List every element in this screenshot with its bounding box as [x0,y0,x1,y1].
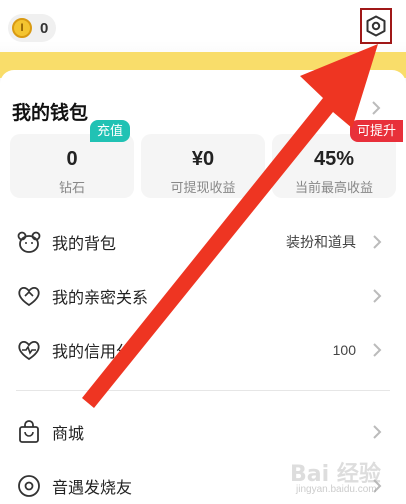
vinyl-disc-icon [18,475,40,497]
menu-item-value: 100 [332,342,356,358]
menu-item-value: 装扮和道具 [286,234,356,250]
heart-pulse-icon [18,340,40,361]
wallet-title[interactable]: 我的钱包 [12,98,88,125]
chevron-right-icon[interactable] [370,100,382,116]
section-divider [16,390,390,391]
shopping-bag-icon [19,420,39,443]
coin-balance[interactable]: I 0 [8,14,56,42]
max-rate-value: 45% [313,148,355,170]
chevron-right-icon [373,235,382,249]
chevron-right-icon [373,289,382,303]
chevron-right-icon [373,343,382,357]
coin-count: 0 [40,19,49,37]
diamond-value: 0 [66,148,78,170]
menu-item-shop[interactable]: 商城 [0,412,406,452]
menu-item-intimacy[interactable]: 我的亲密关系 [0,276,406,316]
menu-item-label: 音遇发烧友 [52,480,133,497]
recharge-badge[interactable]: 充值 [90,120,131,142]
menu-item-label: 我的背包 [52,236,117,253]
max-rate-label: 当前最高收益 [294,180,373,195]
withdrawable-stat[interactable]: ¥0 可提现收益 [141,134,265,198]
withdrawable-label: 可提现收益 [170,180,236,195]
withdraw-badge[interactable]: 可提升 [350,120,404,142]
menu-item-credit[interactable]: 我的信用分 100 [0,330,406,370]
diamond-stat[interactable]: 0 钻石 [10,134,134,198]
menu-item-label: 我的亲密关系 [52,290,149,307]
settings-hexagon-icon [366,15,386,37]
menu-item-backpack[interactable]: 我的背包 装扮和道具 [0,222,406,262]
coin-icon: I [12,18,32,38]
diamond-label: 钻石 [58,180,85,195]
bear-face-icon [17,231,41,253]
menu-item-label: 商城 [52,426,85,443]
settings-button[interactable] [360,8,392,44]
menu-item-label: 我的信用分 [52,344,133,361]
hearts-icon [18,286,40,307]
max-rate-stat[interactable]: 45% 当前最高收益 [272,134,396,198]
watermark-url: jingyan.baidu.com [296,484,377,495]
withdrawable-value: ¥0 [191,148,215,170]
chevron-right-icon [373,425,382,439]
